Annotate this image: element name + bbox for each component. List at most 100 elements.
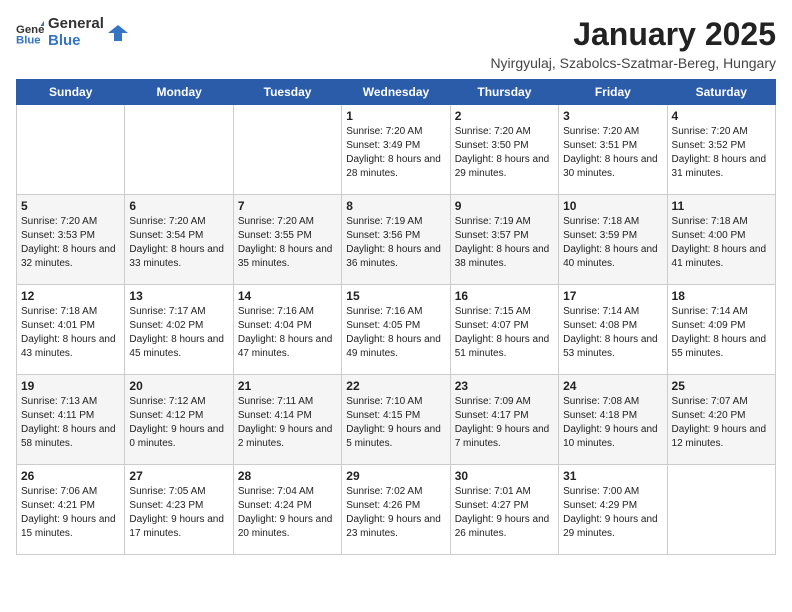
calendar-week-row: 1 Sunrise: 7:20 AM Sunset: 3:49 PM Daylig…	[17, 105, 776, 195]
calendar-cell: 11Sunrise: 7:18 AM Sunset: 4:00 PM Dayli…	[667, 195, 775, 285]
day-info: Sunrise: 7:20 AM Sunset: 3:55 PM Dayligh…	[238, 215, 337, 271]
day-info: Sunrise: 7:12 AM Sunset: 4:12 PM Dayligh…	[129, 395, 228, 451]
day-number: 28	[238, 469, 337, 483]
day-number: 3	[563, 109, 662, 123]
calendar-cell	[667, 465, 775, 555]
day-number: 9	[455, 199, 554, 213]
logo-bird-icon	[108, 23, 128, 43]
day-number: 1	[346, 109, 445, 123]
day-number: 6	[129, 199, 228, 213]
day-info: Sunrise: 7:20 AM Sunset: 3:49 PM Dayligh…	[346, 125, 445, 181]
logo: General Blue General Blue	[16, 16, 128, 49]
calendar-cell: 7 Sunrise: 7:20 AM Sunset: 3:55 PM Daylig…	[233, 195, 341, 285]
calendar-cell: 6Sunrise: 7:20 AM Sunset: 3:54 PM Daylig…	[125, 195, 233, 285]
calendar-cell: 17 Sunrise: 7:14 AM Sunset: 4:08 PM Dayli…	[559, 285, 667, 375]
day-info: Sunrise: 7:05 AM Sunset: 4:23 PM Dayligh…	[129, 485, 228, 541]
day-info: Sunrise: 7:09 AM Sunset: 4:17 PM Dayligh…	[455, 395, 554, 451]
day-number: 25	[672, 379, 771, 393]
day-info: Sunrise: 7:19 AM Sunset: 3:57 PM Dayligh…	[455, 215, 554, 271]
calendar-cell: 1 Sunrise: 7:20 AM Sunset: 3:49 PM Daylig…	[342, 105, 450, 195]
calendar-cell: 28Sunrise: 7:04 AM Sunset: 4:24 PM Dayli…	[233, 465, 341, 555]
calendar-week-row: 19Sunrise: 7:13 AM Sunset: 4:11 PM Dayli…	[17, 375, 776, 465]
day-number: 29	[346, 469, 445, 483]
day-number: 8	[346, 199, 445, 213]
calendar-cell: 19Sunrise: 7:13 AM Sunset: 4:11 PM Dayli…	[17, 375, 125, 465]
calendar-cell: 31 Sunrise: 7:00 AM Sunset: 4:29 PM Dayli…	[559, 465, 667, 555]
day-number: 23	[455, 379, 554, 393]
day-info: Sunrise: 7:00 AM Sunset: 4:29 PM Dayligh…	[563, 485, 662, 541]
day-number: 27	[129, 469, 228, 483]
day-number: 13	[129, 289, 228, 303]
day-number: 10	[563, 199, 662, 213]
calendar-cell: 18 Sunrise: 7:14 AM Sunset: 4:09 PM Dayli…	[667, 285, 775, 375]
day-info: Sunrise: 7:10 AM Sunset: 4:15 PM Dayligh…	[346, 395, 445, 451]
day-info: Sunrise: 7:02 AM Sunset: 4:26 PM Dayligh…	[346, 485, 445, 541]
calendar-cell: 26 Sunrise: 7:06 AM Sunset: 4:21 PM Dayli…	[17, 465, 125, 555]
day-number: 19	[21, 379, 120, 393]
day-info: Sunrise: 7:14 AM Sunset: 4:09 PM Dayligh…	[672, 305, 771, 361]
weekday-header-friday: Friday	[559, 80, 667, 105]
calendar-cell: 13 Sunrise: 7:17 AM Sunset: 4:02 PM Dayli…	[125, 285, 233, 375]
day-info: Sunrise: 7:19 AM Sunset: 3:56 PM Dayligh…	[346, 215, 445, 271]
day-info: Sunrise: 7:18 AM Sunset: 3:59 PM Dayligh…	[563, 215, 662, 271]
calendar-cell: 14 Sunrise: 7:16 AM Sunset: 4:04 PM Dayli…	[233, 285, 341, 375]
calendar-cell: 20 Sunrise: 7:12 AM Sunset: 4:12 PM Dayli…	[125, 375, 233, 465]
day-number: 7	[238, 199, 337, 213]
day-info: Sunrise: 7:15 AM Sunset: 4:07 PM Dayligh…	[455, 305, 554, 361]
day-info: Sunrise: 7:06 AM Sunset: 4:21 PM Dayligh…	[21, 485, 120, 541]
calendar-cell: 4 Sunrise: 7:20 AM Sunset: 3:52 PM Daylig…	[667, 105, 775, 195]
calendar-cell: 8 Sunrise: 7:19 AM Sunset: 3:56 PM Daylig…	[342, 195, 450, 285]
day-number: 15	[346, 289, 445, 303]
day-info: Sunrise: 7:16 AM Sunset: 4:04 PM Dayligh…	[238, 305, 337, 361]
calendar-cell: 12 Sunrise: 7:18 AM Sunset: 4:01 PM Dayli…	[17, 285, 125, 375]
weekday-header-tuesday: Tuesday	[233, 80, 341, 105]
header: General Blue General Blue January 2025 N…	[16, 16, 776, 71]
day-number: 16	[455, 289, 554, 303]
calendar-cell: 9 Sunrise: 7:19 AM Sunset: 3:57 PM Daylig…	[450, 195, 558, 285]
day-number: 31	[563, 469, 662, 483]
calendar-cell	[17, 105, 125, 195]
day-number: 17	[563, 289, 662, 303]
day-info: Sunrise: 7:17 AM Sunset: 4:02 PM Dayligh…	[129, 305, 228, 361]
day-number: 26	[21, 469, 120, 483]
day-number: 5	[21, 199, 120, 213]
day-number: 22	[346, 379, 445, 393]
day-number: 30	[455, 469, 554, 483]
day-number: 4	[672, 109, 771, 123]
svg-text:Blue: Blue	[16, 34, 41, 46]
calendar-cell: 10 Sunrise: 7:18 AM Sunset: 3:59 PM Dayli…	[559, 195, 667, 285]
title-area: January 2025 Nyirgyulaj, Szabolcs-Szatma…	[490, 16, 776, 71]
calendar-cell: 15 Sunrise: 7:16 AM Sunset: 4:05 PM Dayli…	[342, 285, 450, 375]
logo-general: General	[48, 16, 104, 33]
day-info: Sunrise: 7:07 AM Sunset: 4:20 PM Dayligh…	[672, 395, 771, 451]
calendar-cell: 2Sunrise: 7:20 AM Sunset: 3:50 PM Daylig…	[450, 105, 558, 195]
day-number: 20	[129, 379, 228, 393]
calendar-subtitle: Nyirgyulaj, Szabolcs-Szatmar-Bereg, Hung…	[490, 55, 776, 71]
calendar-cell: 23 Sunrise: 7:09 AM Sunset: 4:17 PM Dayli…	[450, 375, 558, 465]
weekday-header-sunday: Sunday	[17, 80, 125, 105]
day-info: Sunrise: 7:20 AM Sunset: 3:53 PM Dayligh…	[21, 215, 120, 271]
day-number: 24	[563, 379, 662, 393]
calendar-week-row: 26 Sunrise: 7:06 AM Sunset: 4:21 PM Dayli…	[17, 465, 776, 555]
day-number: 14	[238, 289, 337, 303]
calendar-week-row: 5 Sunrise: 7:20 AM Sunset: 3:53 PM Daylig…	[17, 195, 776, 285]
day-number: 12	[21, 289, 120, 303]
weekday-header-wednesday: Wednesday	[342, 80, 450, 105]
calendar-cell: 29 Sunrise: 7:02 AM Sunset: 4:26 PM Dayli…	[342, 465, 450, 555]
day-info: Sunrise: 7:18 AM Sunset: 4:01 PM Dayligh…	[21, 305, 120, 361]
calendar-cell: 25 Sunrise: 7:07 AM Sunset: 4:20 PM Dayli…	[667, 375, 775, 465]
day-number: 21	[238, 379, 337, 393]
weekday-header-monday: Monday	[125, 80, 233, 105]
day-info: Sunrise: 7:16 AM Sunset: 4:05 PM Dayligh…	[346, 305, 445, 361]
day-number: 18	[672, 289, 771, 303]
calendar-cell: 21Sunrise: 7:11 AM Sunset: 4:14 PM Dayli…	[233, 375, 341, 465]
day-info: Sunrise: 7:14 AM Sunset: 4:08 PM Dayligh…	[563, 305, 662, 361]
weekday-header-row: SundayMondayTuesdayWednesdayThursdayFrid…	[17, 80, 776, 105]
day-info: Sunrise: 7:18 AM Sunset: 4:00 PM Dayligh…	[672, 215, 771, 271]
day-info: Sunrise: 7:20 AM Sunset: 3:52 PM Dayligh…	[672, 125, 771, 181]
calendar-cell: 16 Sunrise: 7:15 AM Sunset: 4:07 PM Dayli…	[450, 285, 558, 375]
calendar-week-row: 12 Sunrise: 7:18 AM Sunset: 4:01 PM Dayli…	[17, 285, 776, 375]
calendar-cell: 24Sunrise: 7:08 AM Sunset: 4:18 PM Dayli…	[559, 375, 667, 465]
logo-blue: Blue	[48, 33, 104, 50]
day-info: Sunrise: 7:20 AM Sunset: 3:50 PM Dayligh…	[455, 125, 554, 181]
